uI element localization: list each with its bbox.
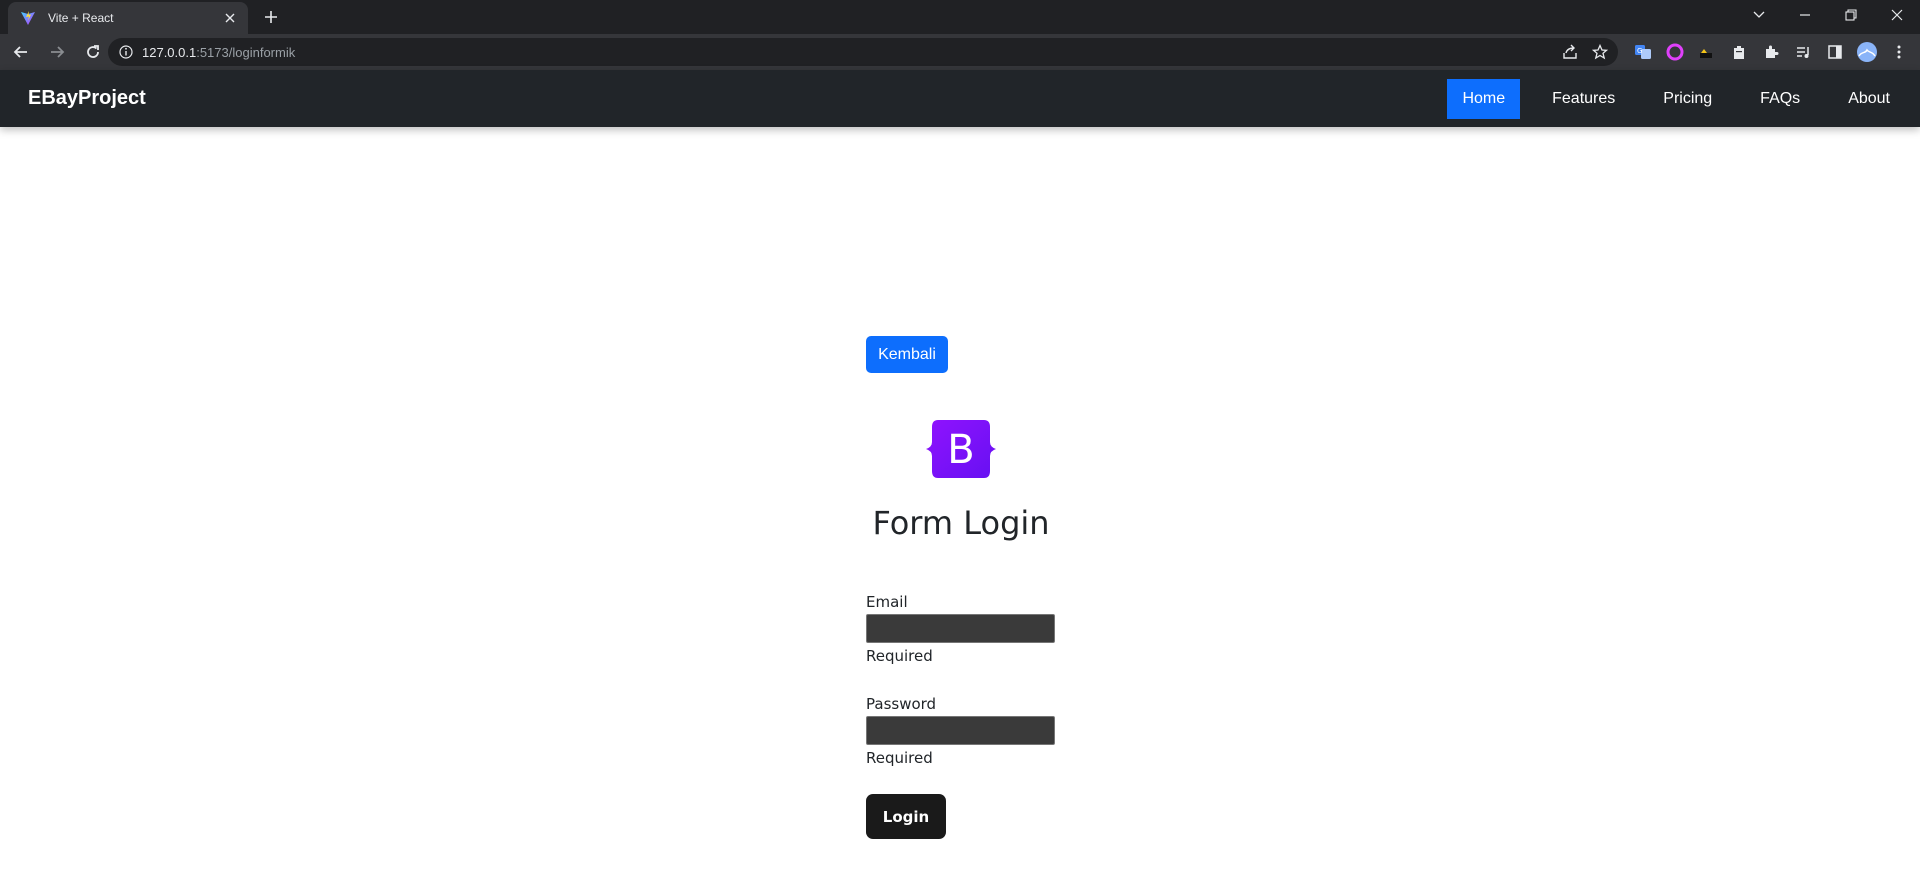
email-label: Email [866, 593, 908, 611]
minimize-icon[interactable] [1782, 0, 1828, 30]
clipboard-extension-icon[interactable] [1726, 38, 1752, 66]
nav-link-about[interactable]: About [1832, 79, 1906, 119]
dark-extension-icon[interactable] [1694, 38, 1720, 66]
site-info-icon[interactable] [118, 44, 134, 60]
logo-letter: B [947, 427, 974, 473]
tab-title: Vite + React [48, 11, 114, 25]
svg-text:G: G [1637, 47, 1642, 55]
media-controls-icon[interactable] [1790, 38, 1816, 66]
url-host: 127.0.0.1 [142, 44, 197, 60]
bookmark-star-icon[interactable] [1590, 42, 1610, 62]
browser-tabstrip: Vite + React [0, 0, 1920, 34]
page-title: Form Login [872, 504, 1050, 542]
nav-link-features[interactable]: Features [1536, 79, 1631, 119]
bootstrap-logo-icon: B [924, 420, 998, 478]
browser-tab[interactable]: Vite + React [8, 2, 248, 34]
email-error: Required [866, 647, 933, 665]
close-window-icon[interactable] [1874, 0, 1920, 30]
tab-close-icon[interactable] [222, 10, 238, 26]
login-button[interactable]: Login [866, 794, 946, 839]
reload-icon[interactable] [78, 37, 108, 67]
nav-links: Home Features Pricing FAQs About [1431, 79, 1920, 119]
tab-search-icon[interactable] [1736, 0, 1782, 30]
url-path: :5173/loginformik [196, 44, 296, 60]
email-input[interactable] [866, 614, 1055, 643]
password-label: Password [866, 695, 937, 713]
password-input[interactable] [866, 716, 1055, 745]
site-navbar: EBayProject Home Features Pricing FAQs A… [0, 70, 1920, 127]
back-arrow-icon[interactable] [6, 37, 36, 67]
back-button[interactable]: Kembali [866, 336, 948, 373]
nav-link-faqs[interactable]: FAQs [1744, 79, 1816, 119]
forward-arrow-icon[interactable] [42, 37, 72, 67]
browser-toolbar: 127.0.0.1:5173/loginformik G [0, 34, 1920, 70]
vite-favicon-icon [20, 10, 36, 26]
restore-icon[interactable] [1828, 0, 1874, 30]
new-tab-icon[interactable] [260, 6, 282, 28]
translate-extension-icon[interactable]: G [1630, 38, 1656, 66]
side-panel-icon[interactable] [1822, 38, 1848, 66]
share-icon[interactable] [1560, 42, 1580, 62]
navbar-brand[interactable]: EBayProject [28, 70, 146, 127]
nav-link-home[interactable]: Home [1447, 79, 1521, 119]
nav-link-pricing[interactable]: Pricing [1647, 79, 1728, 119]
extensions-puzzle-icon[interactable] [1758, 38, 1784, 66]
color-picker-extension-icon[interactable] [1662, 38, 1688, 66]
address-bar[interactable]: 127.0.0.1:5173/loginformik [108, 38, 1618, 66]
profile-avatar[interactable] [1854, 38, 1880, 66]
password-error: Required [866, 749, 933, 767]
browser-menu-icon[interactable] [1886, 38, 1912, 66]
